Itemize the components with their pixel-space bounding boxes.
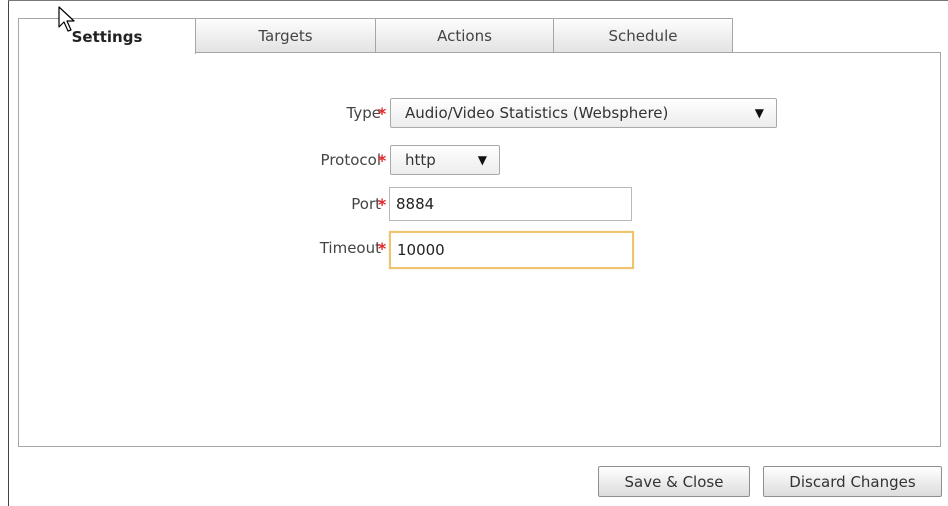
window-edge	[8, 0, 9, 506]
required-marker: *	[377, 238, 387, 258]
timeout-row: Timeout *	[19, 231, 819, 269]
save-close-button[interactable]: Save & Close	[598, 466, 750, 497]
port-row: Port *	[19, 187, 819, 221]
tab-targets[interactable]: Targets	[195, 18, 376, 52]
timeout-label: Timeout	[319, 239, 381, 257]
type-select[interactable]: Audio/Video Statistics (Websphere) ▼	[390, 98, 777, 128]
protocol-select-value: http	[405, 151, 436, 169]
protocol-label: Protocol	[320, 151, 381, 169]
timeout-input[interactable]	[389, 231, 634, 269]
required-marker: *	[377, 150, 387, 170]
dropdown-arrow-icon: ▼	[477, 153, 487, 167]
settings-panel: Type * Audio/Video Statistics (Websphere…	[18, 52, 941, 447]
window-top-border	[8, 0, 948, 1]
tab-actions[interactable]: Actions	[375, 18, 554, 52]
mouse-pointer-icon	[58, 6, 75, 32]
required-marker: *	[377, 194, 387, 214]
tab-settings[interactable]: Settings	[18, 18, 196, 54]
required-marker: *	[377, 103, 387, 123]
type-select-value: Audio/Video Statistics (Websphere)	[405, 104, 669, 122]
protocol-row: Protocol * http ▼	[19, 145, 819, 175]
dropdown-arrow-icon: ▼	[754, 106, 764, 120]
discard-changes-button[interactable]: Discard Changes	[763, 466, 942, 497]
type-row: Type * Audio/Video Statistics (Websphere…	[19, 98, 819, 128]
tab-schedule[interactable]: Schedule	[553, 18, 733, 52]
protocol-select[interactable]: http ▼	[390, 145, 500, 175]
port-input[interactable]	[389, 187, 632, 221]
